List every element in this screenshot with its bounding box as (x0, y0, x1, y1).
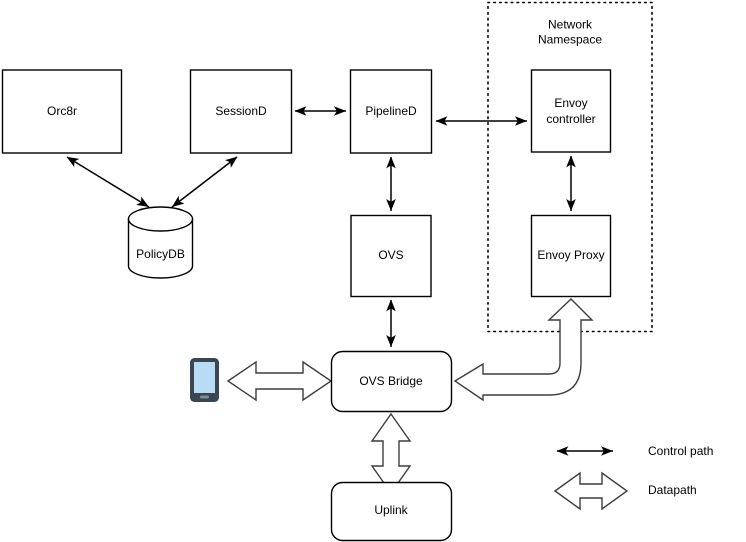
ue-device-phone-icon[interactable] (190, 358, 219, 402)
node-policydb[interactable]: PolicyDB (127, 206, 194, 279)
envoy-controller-label-line2: controller (546, 112, 595, 126)
ovs-bridge-label: OVS Bridge (359, 374, 423, 388)
ovs-label: OVS (378, 248, 403, 262)
sessiond-label: SessionD (215, 104, 267, 118)
datapath-arrow-ue-to-ovs-bridge (226, 360, 333, 402)
pipelined-label: PipelineD (365, 104, 417, 118)
diagram-canvas: Network Namespace Orc8r SessionD Pipelin… (0, 0, 746, 542)
uplink-label: Uplink (374, 503, 408, 517)
node-pipelined[interactable]: PipelineD (349, 69, 433, 154)
legend: Control path Datapath (553, 444, 713, 511)
phone-screen (194, 362, 215, 393)
connector-sessiond-policydb (171, 156, 238, 208)
policydb-label: PolicyDB (136, 247, 185, 261)
node-ovs[interactable]: OVS (350, 214, 432, 298)
node-sessiond[interactable]: SessionD (189, 69, 293, 154)
envoy-controller-label-line1: Envoy (554, 96, 587, 110)
node-orc8r[interactable]: Orc8r (1, 69, 123, 154)
phone-home-button (200, 395, 209, 399)
connector-orc8r-policydb (66, 156, 150, 208)
network-namespace-label-line1: Network (548, 18, 593, 32)
legend-datapath-icon (553, 471, 629, 511)
envoy-proxy-label: Envoy Proxy (537, 248, 604, 262)
datapath-arrow-ovs-bridge-to-envoy-proxy (453, 298, 594, 402)
node-ovs-bridge[interactable]: OVS Bridge (330, 350, 453, 413)
node-envoy-controller[interactable]: Envoy controller (530, 69, 612, 153)
network-namespace-label-line2: Namespace (538, 33, 602, 47)
node-envoy-proxy[interactable]: Envoy Proxy (530, 214, 612, 298)
node-uplink[interactable]: Uplink (330, 481, 453, 542)
architecture-diagram: Network Namespace Orc8r SessionD Pipelin… (1, 1, 713, 542)
datapath-arrow-ovs-bridge-to-uplink (370, 412, 412, 495)
orc8r-label: Orc8r (47, 104, 77, 118)
policydb-cylinder-top[interactable] (127, 206, 194, 232)
legend-datapath-label: Datapath (648, 483, 697, 497)
legend-control-path-label: Control path (648, 444, 713, 458)
envoy-controller-box[interactable] (530, 69, 612, 153)
